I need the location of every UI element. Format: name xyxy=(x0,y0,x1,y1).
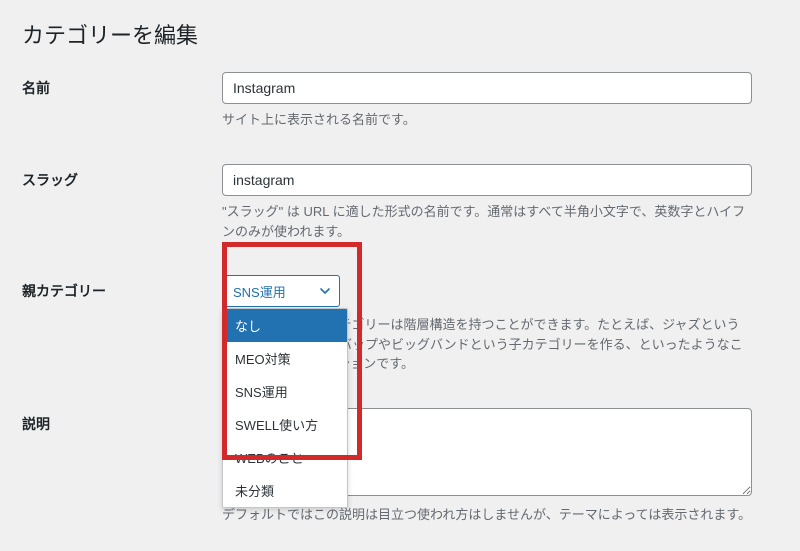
parent-option-sns[interactable]: SNS運用 xyxy=(223,375,347,408)
slug-help: "スラッグ" は URL に適した形式の名前です。通常はすべて半角小文字で、英数… xyxy=(222,202,752,241)
parent-select[interactable]: SNS運用 xyxy=(222,275,340,307)
parent-option-none[interactable]: なし xyxy=(223,309,347,342)
parent-select-value: SNS運用 xyxy=(233,285,286,300)
name-input[interactable] xyxy=(222,72,752,104)
name-label: 名前 xyxy=(22,80,50,96)
parent-label: 親カテゴリー xyxy=(22,283,106,299)
page-title: カテゴリーを編集 xyxy=(22,18,778,50)
slug-input[interactable] xyxy=(222,164,752,196)
parent-dropdown[interactable]: なし MEO対策 SNS運用 SWELL使い方 WEBのこと 未分類 xyxy=(222,308,348,508)
parent-option-uncategorized[interactable]: 未分類 xyxy=(223,474,347,507)
parent-option-web[interactable]: WEBのこと xyxy=(223,441,347,474)
slug-label: スラッグ xyxy=(22,172,78,188)
description-label: 説明 xyxy=(22,416,50,432)
parent-option-meo[interactable]: MEO対策 xyxy=(223,342,347,375)
chevron-down-icon xyxy=(319,285,331,297)
parent-option-swell[interactable]: SWELL使い方 xyxy=(223,408,347,441)
name-help: サイト上に表示される名前です。 xyxy=(222,110,752,130)
